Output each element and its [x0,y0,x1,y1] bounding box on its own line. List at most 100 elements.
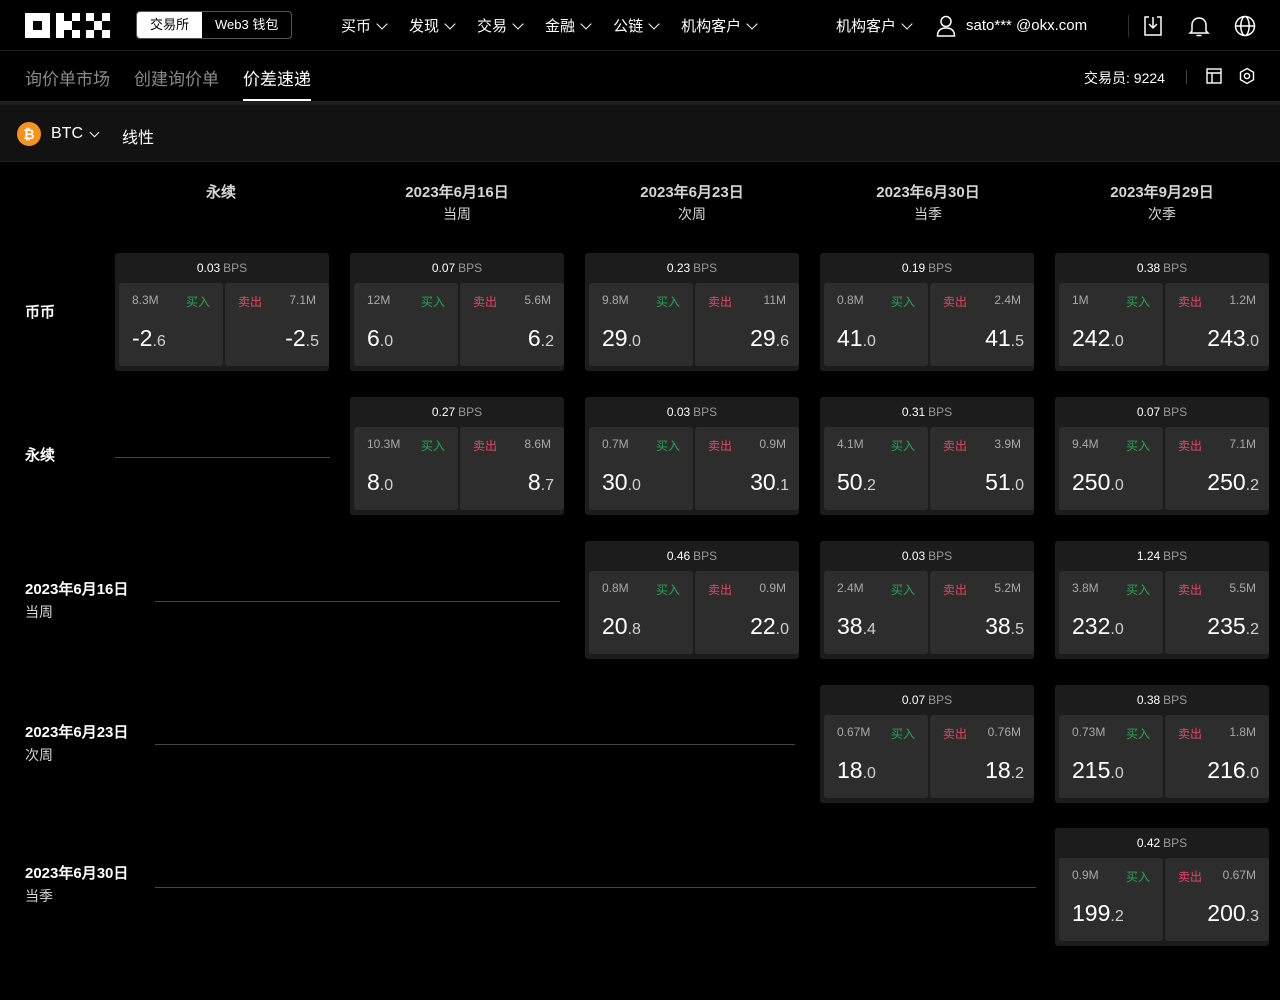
row-subtitle: 当周 [25,604,53,620]
sell-quote-button[interactable]: 卖出 5.6M 6.2 [460,283,564,366]
sell-price: 200.3 [1178,900,1259,927]
buy-quote-button[interactable]: 12M 买入 6.0 [354,283,458,366]
bps-unit: BPS [693,549,718,563]
tab-rfq-market[interactable]: 询价单市场 [25,65,110,90]
bps-value: 0.07 [901,693,926,707]
sell-volume: 0.9M [759,437,786,451]
buy-price-integer: 250 [1072,469,1111,495]
sell-price-decimal: .0 [775,621,789,638]
sell-quote-button[interactable]: 卖出 11M 29.6 [695,283,799,366]
bps-value: 0.31 [901,405,926,419]
spread-card: 0.03 BPS 2.4M 买入 38.4 卖出 5.2M 38.5 [820,541,1034,659]
chevron-down-icon [580,17,592,30]
buy-quote-button[interactable]: 3.8M 买入 232.0 [1059,571,1163,654]
sell-price-decimal: .3 [1245,908,1259,925]
switch-web3-wallet[interactable]: Web3 钱包 [202,12,291,38]
menu-trade[interactable]: 交易 [477,15,524,36]
buy-price-decimal: .0 [862,765,876,782]
sell-quote-button[interactable]: 卖出 0.9M 22.0 [695,571,799,654]
spread-card: 0.42 BPS 0.9M 买入 199.2 卖出 0.67M 200.3 [1055,828,1269,946]
column-header: 永续 [116,183,326,203]
sell-quote-button[interactable]: 卖出 7.1M 250.2 [1165,427,1269,510]
buy-quote-button[interactable]: 4.1M 买入 50.2 [824,427,928,510]
buy-quote-button[interactable]: 10.3M 买入 8.0 [354,427,458,510]
buy-quote-button[interactable]: 8.3M 买入 -2.6 [119,283,223,366]
sell-price: 30.1 [708,469,789,496]
spread-bps: 0.03 BPS [115,261,329,275]
buy-price: 8.0 [367,469,448,496]
row-subtitle: 次周 [25,747,53,763]
sell-quote-button[interactable]: 卖出 0.67M 200.3 [1165,858,1269,941]
buy-volume: 0.7M [602,437,629,451]
sell-volume: 7.1M [289,293,316,307]
menu-buy-crypto[interactable]: 买币 [341,15,388,36]
bps-unit: BPS [928,693,953,707]
sell-price-decimal: .0 [1245,765,1259,782]
notifications-button[interactable] [1187,14,1211,38]
bps-value: 0.27 [431,405,456,419]
buy-price-integer: 41 [837,325,863,351]
buy-price-integer: 242 [1072,325,1111,351]
column-subtitle: 当季 [914,206,942,222]
buy-quote-button[interactable]: 0.67M 买入 18.0 [824,715,928,798]
coin-selector[interactable]: ₿ BTC [17,122,100,146]
sell-price-decimal: .5 [1010,333,1024,350]
user-icon [936,15,956,37]
menu-finance[interactable]: 金融 [545,15,592,36]
institutional-dropdown[interactable]: 机构客户 [836,0,913,51]
row-divider [155,744,795,745]
sell-quote-button[interactable]: 卖出 7.1M -2.5 [225,283,329,366]
buy-quote-button[interactable]: 2.4M 买入 38.4 [824,571,928,654]
buy-quote-button[interactable]: 0.8M 买入 20.8 [589,571,693,654]
buy-quote-button[interactable]: 9.4M 买入 250.0 [1059,427,1163,510]
settings-icon[interactable] [1238,67,1256,85]
buy-quote-button[interactable]: 0.8M 买入 41.0 [824,283,928,366]
spread-bps: 0.07 BPS [1055,405,1269,419]
contract-type-linear[interactable]: 线性 [122,124,154,148]
user-account[interactable]: sato*** @okx.com [936,0,1087,51]
menu-discover[interactable]: 发现 [409,15,456,36]
sell-quote-button[interactable]: 卖出 1.2M 243.0 [1165,283,1269,366]
sell-label: 卖出 [238,295,263,309]
buy-quote-button[interactable]: 0.9M 买入 199.2 [1059,858,1163,941]
layout-icon[interactable] [1205,67,1223,85]
buy-quote-button[interactable]: 0.73M 买入 215.0 [1059,715,1163,798]
sell-quote-button[interactable]: 卖出 2.4M 41.5 [930,283,1034,366]
tab-spread-express[interactable]: 价差速递 [243,65,311,90]
sell-price-decimal: .7 [540,477,554,494]
buy-quote-button[interactable]: 9.8M 买入 29.0 [589,283,693,366]
sell-price-integer: 30 [750,469,776,495]
sell-quote-button[interactable]: 卖出 1.8M 216.0 [1165,715,1269,798]
sell-quote-button[interactable]: 卖出 0.76M 18.2 [930,715,1034,798]
sell-volume: 1.8M [1229,725,1256,739]
menu-chain[interactable]: 公链 [613,15,660,36]
buy-volume: 0.9M [1072,868,1099,882]
sell-quote-button[interactable]: 卖出 5.2M 38.5 [930,571,1034,654]
menu-institutional[interactable]: 机构客户 [681,15,758,36]
sell-label: 卖出 [1178,727,1203,741]
spread-card: 0.23 BPS 9.8M 买入 29.0 卖出 11M 29.6 [585,253,799,371]
switch-exchange[interactable]: 交易所 [137,12,203,38]
spread-card: 0.46 BPS 0.8M 买入 20.8 卖出 0.9M 22.0 [585,541,799,659]
tab-create-rfq[interactable]: 创建询价单 [134,65,219,90]
bps-value: 0.07 [1136,405,1161,419]
buy-volume: 9.4M [1072,437,1099,451]
column-subtitle: 当周 [443,206,471,222]
buy-quote-button[interactable]: 1M 买入 242.0 [1059,283,1163,366]
sell-quote-button[interactable]: 卖出 3.9M 51.0 [930,427,1034,510]
column-date: 2023年6月30日 [876,184,980,201]
download-button[interactable] [1141,14,1165,38]
sell-price: 6.2 [473,325,554,352]
divider [1186,70,1187,84]
sell-quote-button[interactable]: 卖出 8.6M 8.7 [460,427,564,510]
sell-price-integer: 38 [985,613,1011,639]
buy-quote-button[interactable]: 0.7M 买入 30.0 [589,427,693,510]
sell-price: 250.2 [1178,469,1259,496]
okx-logo-icon[interactable] [25,13,111,38]
sell-price: 243.0 [1178,325,1259,352]
sell-quote-button[interactable]: 卖出 0.9M 30.1 [695,427,799,510]
sell-quote-button[interactable]: 卖出 5.5M 235.2 [1165,571,1269,654]
buy-price: 6.0 [367,325,448,352]
language-button[interactable] [1233,14,1257,38]
sell-label: 卖出 [943,439,968,453]
